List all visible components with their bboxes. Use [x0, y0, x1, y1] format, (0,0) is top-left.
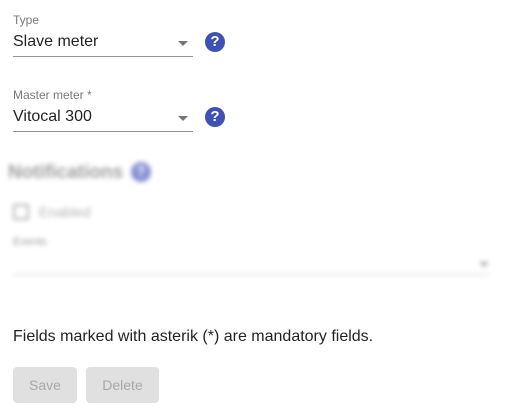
enabled-label: Enabled	[39, 204, 91, 220]
save-button[interactable]: Save	[13, 367, 77, 403]
notifications-title: Notifications	[8, 162, 124, 183]
enabled-checkbox-row: Enabled	[13, 204, 90, 220]
chevron-down-icon	[479, 262, 489, 267]
master-meter-field: Master meter * Vitocal 300	[13, 88, 193, 132]
enabled-checkbox	[13, 204, 29, 220]
mandatory-note: Fields marked with asterik (*) are manda…	[13, 328, 374, 345]
type-select[interactable]: Slave meter	[13, 32, 193, 57]
events-select	[13, 274, 489, 275]
help-icon: ?	[131, 162, 151, 182]
type-select-value: Slave meter	[13, 33, 99, 50]
master-meter-select-value: Vitocal 300	[13, 108, 92, 125]
help-icon[interactable]: ?	[205, 32, 225, 52]
help-icon[interactable]: ?	[205, 107, 225, 127]
delete-button[interactable]: Delete	[86, 367, 159, 403]
notifications-section: Notifications ? Enabled Events	[0, 150, 509, 290]
master-meter-label: Master meter *	[13, 88, 92, 102]
chevron-down-icon	[178, 116, 188, 121]
type-label: Type	[13, 13, 40, 27]
master-meter-select[interactable]: Vitocal 300	[13, 107, 193, 132]
chevron-down-icon	[178, 41, 188, 46]
events-label: Events	[13, 236, 47, 248]
type-field: Type Slave meter	[13, 13, 193, 57]
